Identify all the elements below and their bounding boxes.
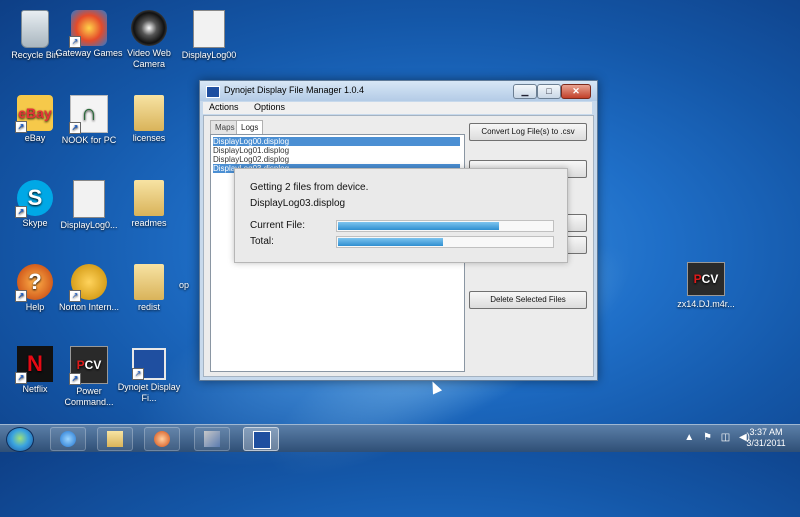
desktop-icon-displaylog00[interactable]: DisplayLog00 xyxy=(174,10,244,61)
nook-icon: ∩ ↗ xyxy=(69,95,108,134)
tray-arrow-icon[interactable]: ▲ xyxy=(684,432,694,443)
list-item[interactable]: DisplayLog02.displog xyxy=(213,155,460,164)
menu-actions[interactable]: Actions xyxy=(209,102,239,112)
mouse-cursor xyxy=(427,379,443,395)
icon-label: licenses xyxy=(132,133,166,143)
help-icon: ? ↗ xyxy=(15,264,53,302)
shortcut-arrow-icon: ↗ xyxy=(69,373,81,385)
icon-label: zx14.DJ.m4r... xyxy=(677,299,735,309)
internet-explorer-icon xyxy=(60,431,76,447)
desktop-icon-dynojet[interactable]: ↗ Dynojet Display Fi... xyxy=(114,348,184,404)
clock[interactable]: 3:37 AM 3/31/2011 xyxy=(738,427,794,449)
desktop-icon-op[interactable]: op xyxy=(164,280,204,291)
desktop-icon-readmes[interactable]: readmes xyxy=(114,180,184,229)
total-progress-fill xyxy=(338,238,443,246)
document-icon xyxy=(73,180,105,218)
tray-flag-icon[interactable]: ⚑ xyxy=(703,432,712,443)
shortcut-arrow-icon: ↗ xyxy=(15,372,27,384)
norton-icon: ↗ xyxy=(69,264,107,302)
clock-time: 3:37 AM xyxy=(749,427,783,437)
current-file-label: Current File: xyxy=(250,220,306,231)
taskbar: ▲ ⚑ ◫ ◀) 3:37 AM 3/31/2011 xyxy=(0,424,800,452)
shortcut-arrow-icon: ↗ xyxy=(132,368,144,380)
icon-label: redist xyxy=(137,302,160,312)
icon-label: DisplayLog00 xyxy=(181,50,237,60)
app-icon xyxy=(206,86,220,98)
desktop: Recycle Bin eBay ↗ eBay S ↗ Skype ? ↗ Help … xyxy=(0,0,800,517)
window-title: Dynojet Display File Manager 1.0.4 xyxy=(224,85,365,95)
ebay-icon: eBay ↗ xyxy=(15,95,53,133)
recycle-bin-icon xyxy=(21,10,49,48)
icon-label: Dynojet Display Fi... xyxy=(117,382,181,403)
current-file-progress-bar xyxy=(336,220,554,232)
tools-icon xyxy=(204,431,220,447)
tab-logs[interactable]: Logs xyxy=(236,120,264,134)
delete-selected-button[interactable]: Delete Selected Files xyxy=(469,291,587,309)
shortcut-arrow-icon: ↗ xyxy=(15,290,27,302)
taskbar-internet-explorer[interactable] xyxy=(50,427,86,451)
folder-icon xyxy=(107,431,123,447)
list-item[interactable]: DisplayLog00.displog xyxy=(213,137,460,146)
total-label: Total: xyxy=(250,236,274,247)
close-button[interactable]: ✕ xyxy=(561,84,591,99)
shortcut-arrow-icon: ↗ xyxy=(69,122,81,134)
start-button[interactable] xyxy=(6,427,34,452)
taskbar-explorer[interactable] xyxy=(97,427,133,451)
folder-icon xyxy=(134,264,164,300)
icon-label: op xyxy=(178,280,189,290)
menu-bar: Actions Options xyxy=(203,102,592,114)
pcv-icon: PCV ↗ xyxy=(69,346,108,385)
icon-label: readmes xyxy=(131,218,167,228)
dynojet-icon: ↗ xyxy=(132,348,166,380)
taskbar-dynojet[interactable] xyxy=(243,427,279,451)
total-progress-bar xyxy=(336,236,554,248)
document-icon xyxy=(193,10,225,48)
shortcut-arrow-icon: ↗ xyxy=(69,290,81,302)
taskbar-tools[interactable] xyxy=(194,427,230,451)
folder-icon xyxy=(134,180,164,216)
dialog-current-file-name: DisplayLog03.displog xyxy=(250,198,346,209)
progress-dialog: Getting 2 files from device. DisplayLog0… xyxy=(234,168,568,263)
maximize-button[interactable]: □ xyxy=(537,84,561,99)
shortcut-arrow-icon: ↗ xyxy=(15,206,27,218)
list-item[interactable]: DisplayLog01.displog xyxy=(213,146,460,155)
convert-csv-button[interactable]: Convert Log File(s) to .csv xyxy=(469,123,587,141)
media-player-icon xyxy=(154,431,170,447)
dialog-message: Getting 2 files from device. xyxy=(250,182,369,193)
taskbar-media-player[interactable] xyxy=(144,427,180,451)
pcv-icon: PCV xyxy=(687,262,725,296)
shortcut-arrow-icon: ↗ xyxy=(69,36,81,48)
desktop-icon-zx14[interactable]: PCV zx14.DJ.m4r... xyxy=(656,262,756,309)
webcam-icon xyxy=(131,10,167,46)
clock-date: 3/31/2011 xyxy=(746,438,786,448)
shortcut-arrow-icon: ↗ xyxy=(15,121,27,133)
desktop-icon-licenses[interactable]: licenses xyxy=(114,95,184,144)
window-titlebar[interactable]: Dynojet Display File Manager 1.0.4 ▁ □ ✕ xyxy=(200,81,597,101)
skype-icon: S ↗ xyxy=(15,180,53,218)
current-file-progress-fill xyxy=(338,222,499,230)
menu-options[interactable]: Options xyxy=(254,102,285,112)
games-icon: ↗ xyxy=(69,10,107,48)
netflix-icon: N ↗ xyxy=(15,346,53,384)
dynojet-icon xyxy=(253,431,271,449)
folder-icon xyxy=(134,95,164,131)
minimize-button[interactable]: ▁ xyxy=(513,84,537,99)
tray-network-icon[interactable]: ◫ xyxy=(721,432,730,443)
